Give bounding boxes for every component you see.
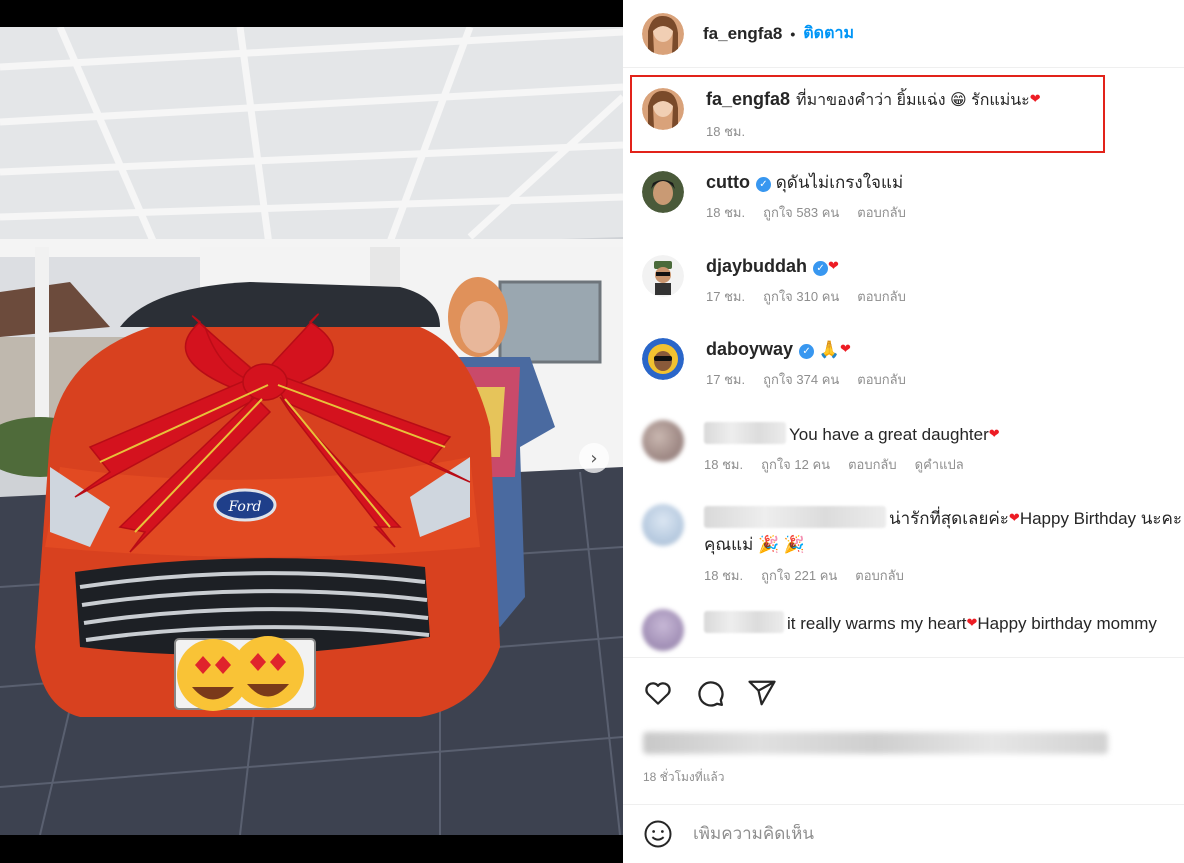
comment-avatar-image xyxy=(642,338,684,380)
caption-highlight-box xyxy=(630,75,1105,153)
comment-text: ดุดันไม่เกรงใจแม่ xyxy=(775,173,904,192)
comment-body: น่ารักที่สุดเลยค่ะ❤Happy Birthday นะคะ ค… xyxy=(704,504,1183,586)
comment-text-line2: คุณแม่ 🎉 🎉 xyxy=(704,535,806,554)
action-icons xyxy=(643,678,777,708)
paper-plane-icon[interactable] xyxy=(747,678,777,708)
post-photo-viewer: Ford › xyxy=(0,0,623,863)
heart-emoji-icon: ❤ xyxy=(839,342,851,357)
comment-line: it really warms my heart❤Happy birthday … xyxy=(704,611,1180,635)
comment-username[interactable]: djaybuddah xyxy=(706,256,807,276)
post-photo[interactable]: Ford › xyxy=(0,27,623,835)
comment-likes[interactable]: ถูกใจ 374 คน xyxy=(763,369,839,390)
follow-button[interactable]: ติดตาม xyxy=(803,21,854,46)
comment-line-2: คุณแม่ 🎉 🎉 xyxy=(704,534,1180,556)
comment-line: daboyway ✓ 🙏❤ xyxy=(706,338,1182,361)
comment-line: น่ารักที่สุดเลยค่ะ❤Happy Birthday นะคะ xyxy=(704,506,1183,530)
author-avatar-image xyxy=(642,12,684,55)
comment-meta: 17 ชม. ถูกใจ 374 คน ตอบกลับ xyxy=(706,369,1182,390)
post-header: fa_engfa8 • ติดตาม xyxy=(623,0,1184,68)
comments-list[interactable]: fa_engfa8 ที่มาของคำว่า ยิ้มแฉ่ง 😁 รักแม่… xyxy=(623,68,1184,656)
svg-text:Ford: Ford xyxy=(227,499,261,515)
chevron-right-icon: › xyxy=(590,447,598,469)
comment-time: 18 ชม. xyxy=(704,457,744,472)
reply-button[interactable]: ตอบกลับ xyxy=(855,565,904,586)
post-actions: 18 ชั่วโมงที่แล้ว xyxy=(623,657,1184,804)
reply-button[interactable]: ตอบกลับ xyxy=(848,454,897,475)
reply-button[interactable]: ตอบกลับ xyxy=(857,286,906,307)
comment-likes[interactable]: ถูกใจ 221 คน xyxy=(761,565,837,586)
comment-meta: 18 ชม. ถูกใจ 583 คน ตอบกลับ xyxy=(706,202,1182,223)
comment-line: You have a great daughter❤ xyxy=(704,422,1180,446)
author-username[interactable]: fa_engfa8 xyxy=(703,24,782,44)
comment-bubble-icon[interactable] xyxy=(695,678,725,708)
comment-body: daboyway ✓ 🙏❤ 17 ชม. ถูกใจ 374 คน ตอบกลับ xyxy=(706,338,1182,390)
smiley-icon[interactable] xyxy=(643,819,673,849)
post-time-ago: 18 ชั่วโมงที่แล้ว xyxy=(643,770,725,784)
comment-avatar-blurred[interactable] xyxy=(642,609,684,651)
comment-body: cutto ✓ ดุดันไม่เกรงใจแม่ 18 ชม. ถูกใจ 58… xyxy=(706,171,1182,223)
comment-avatar-blurred[interactable] xyxy=(642,504,684,546)
comment-username-blurred[interactable] xyxy=(704,611,784,633)
car-gift-photo: Ford xyxy=(0,27,623,835)
comment-meta: 18 ชม. ถูกใจ 12 คน ตอบกลับ ดูคำแปล xyxy=(704,454,1180,475)
heart-emoji-icon: ❤ xyxy=(1008,511,1020,526)
comment-text: น่ารักที่สุดเลยค่ะ xyxy=(889,509,1009,528)
prayer-emoji-icon: 🙏 xyxy=(818,340,840,359)
comment-avatar[interactable] xyxy=(642,171,684,213)
comment-body: You have a great daughter❤ 18 ชม. ถูกใจ … xyxy=(704,420,1180,475)
comment-meta: 17 ชม. ถูกใจ 310 คน ตอบกลับ xyxy=(706,286,1182,307)
comment-likes[interactable]: ถูกใจ 310 คน xyxy=(763,286,839,307)
reply-button[interactable]: ตอบกลับ xyxy=(857,202,906,223)
comment-time: 17 ชม. xyxy=(706,289,746,304)
author-avatar[interactable] xyxy=(642,12,684,55)
comment-time: 18 ชม. xyxy=(704,568,744,583)
comment-username-blurred[interactable] xyxy=(704,506,886,528)
comment-time: 17 ชม. xyxy=(706,372,746,387)
heart-emoji-icon: ❤ xyxy=(988,427,1000,442)
add-comment-bar xyxy=(623,804,1184,863)
comment-avatar-image xyxy=(642,171,684,213)
comment-text-continued: Happy birthday mommy xyxy=(977,614,1157,633)
post-side-panel: fa_engfa8 • ติดตาม fa_engfa8 ที่มาของคำว่… xyxy=(623,0,1184,863)
header-separator: • xyxy=(790,25,796,42)
comment-username[interactable]: cutto xyxy=(706,172,750,192)
comment-likes[interactable]: ถูกใจ 583 คน xyxy=(763,202,839,223)
verified-badge-icon: ✓ xyxy=(756,177,771,192)
comment-likes[interactable]: ถูกใจ 12 คน xyxy=(761,454,830,475)
likes-summary-blurred[interactable] xyxy=(643,732,1108,754)
comment-text-continued: Happy Birthday นะคะ xyxy=(1019,509,1183,528)
comment-text: it really warms my heart xyxy=(787,614,967,633)
comment-avatar-image xyxy=(642,255,684,297)
comment-line: djaybuddah ✓ ❤ xyxy=(706,255,1182,278)
comment-avatar[interactable] xyxy=(642,338,684,380)
comment-avatar-blurred[interactable] xyxy=(642,420,684,462)
translate-button[interactable]: ดูคำแปล xyxy=(915,454,964,475)
comment-line: cutto ✓ ดุดันไม่เกรงใจแม่ xyxy=(706,171,1182,194)
next-photo-button[interactable]: › xyxy=(579,443,609,473)
comment-time: 18 ชม. xyxy=(706,205,746,220)
comment-text: You have a great daughter xyxy=(789,425,989,444)
comment-body: djaybuddah ✓ ❤ 17 ชม. ถูกใจ 310 คน ตอบกลับ xyxy=(706,255,1182,307)
verified-badge-icon: ✓ xyxy=(799,344,815,359)
heart-outline-icon[interactable] xyxy=(643,678,673,708)
comment-username-blurred[interactable] xyxy=(704,422,786,444)
reply-button[interactable]: ตอบกลับ xyxy=(857,369,906,390)
heart-emoji-icon: ❤ xyxy=(828,259,839,274)
add-comment-input[interactable] xyxy=(693,824,1153,844)
comment-username[interactable]: daboyway xyxy=(706,339,793,359)
comment-avatar[interactable] xyxy=(642,255,684,297)
comment-meta: 18 ชม. ถูกใจ 221 คน ตอบกลับ xyxy=(704,565,1180,586)
verified-badge-icon: ✓ xyxy=(813,261,829,276)
heart-emoji-icon: ❤ xyxy=(966,616,978,631)
comment-body: it really warms my heart❤Happy birthday … xyxy=(704,609,1180,635)
